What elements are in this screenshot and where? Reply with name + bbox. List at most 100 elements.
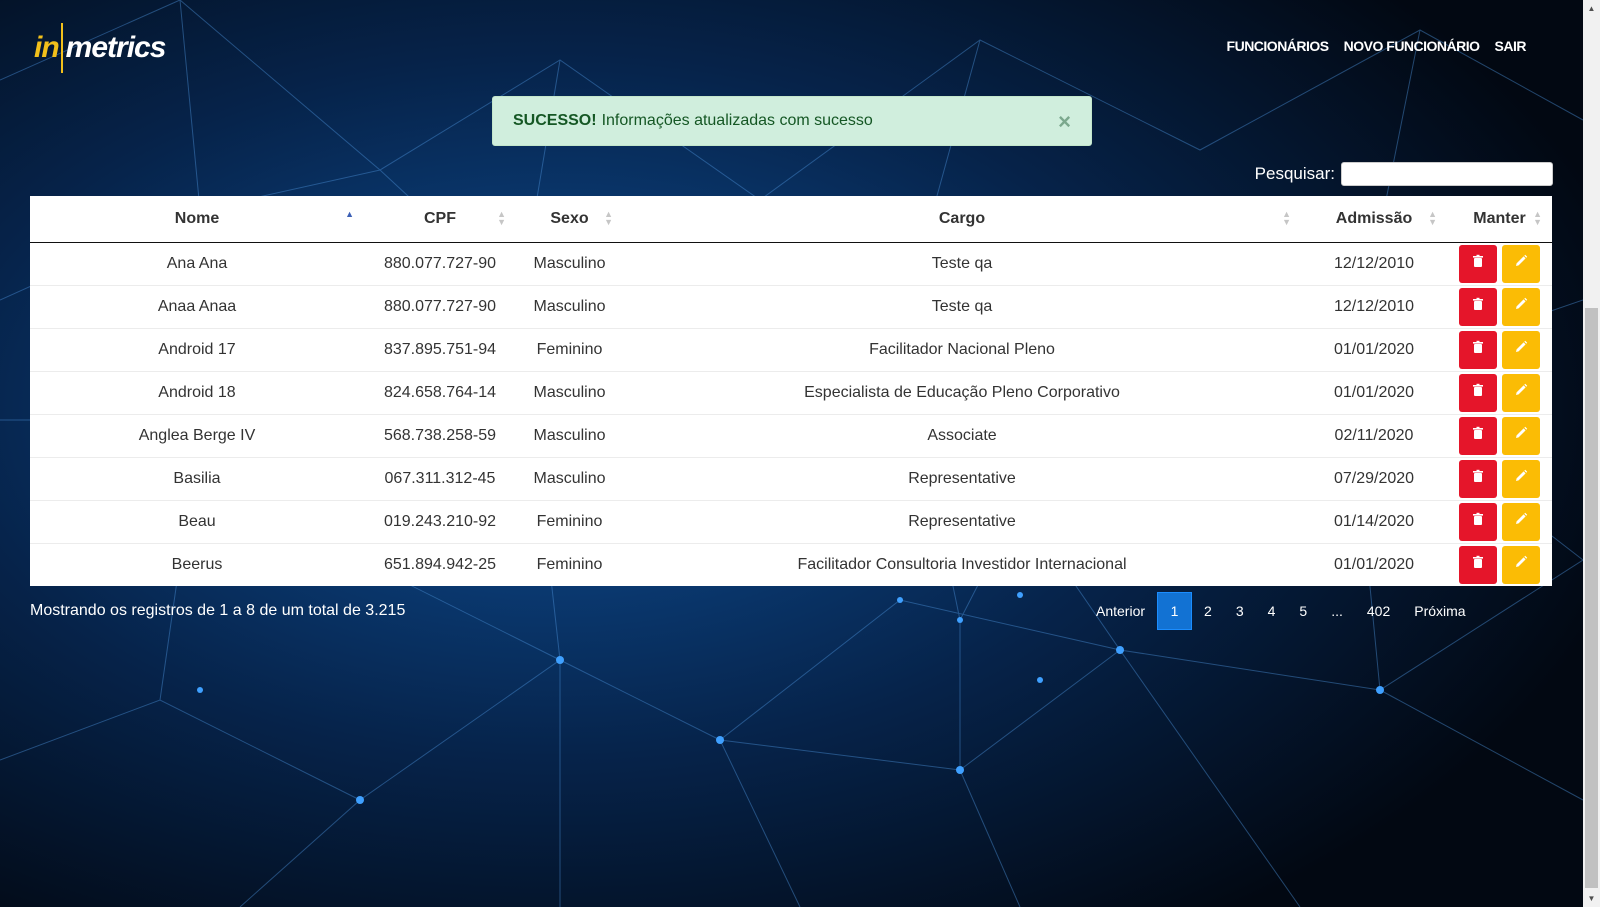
delete-button[interactable]: [1459, 416, 1497, 455]
edit-button[interactable]: [1502, 287, 1540, 326]
page-scrollbar[interactable]: ▲ ▼: [1583, 0, 1600, 907]
cell-manter: [1447, 499, 1552, 543]
edit-button[interactable]: [1502, 502, 1540, 541]
cell-nome: Basilia: [30, 456, 364, 500]
row-actions: [1447, 545, 1552, 584]
cell-admissao: 12/12/2010: [1301, 284, 1447, 328]
pencil-icon: [1514, 340, 1528, 359]
row-actions: [1447, 244, 1552, 283]
cell-sexo: Masculino: [516, 284, 623, 328]
pencil-icon: [1514, 426, 1528, 445]
table-row: Ana Ana 880.077.727-90 Masculino Teste qa 12…: [30, 242, 1552, 285]
alert-close-button[interactable]: ×: [1058, 109, 1071, 135]
edit-button[interactable]: [1502, 373, 1540, 412]
inmetrics-logo: in metrics: [34, 22, 167, 74]
top-nav: FUNCIONÁRIOS NOVO FUNCIONÁRIO SAIR: [1227, 38, 1527, 54]
header-sexo[interactable]: Sexo ▲ ▼: [516, 196, 623, 243]
cell-sexo: Masculino: [516, 456, 623, 500]
cell-admissao: 01/01/2020: [1301, 327, 1447, 371]
delete-button[interactable]: [1459, 287, 1497, 326]
delete-button[interactable]: [1459, 545, 1497, 584]
search-input[interactable]: [1341, 162, 1553, 186]
cell-nome: Anaa Anaa: [30, 284, 364, 328]
sort-icon: ▲ ▼: [1428, 209, 1437, 227]
delete-button[interactable]: [1459, 244, 1497, 283]
cell-nome: Beau: [30, 499, 364, 543]
table-row: Beau 019.243.210-92 Feminino Representative…: [30, 499, 1552, 543]
cell-cargo: Especialista de Educação Pleno Corporati…: [623, 370, 1301, 414]
cell-cargo: Associate: [623, 413, 1301, 457]
cell-manter: [1447, 456, 1552, 500]
nav-novo-funcionario-link[interactable]: NOVO FUNCIONÁRIO: [1344, 38, 1480, 54]
trash-icon: [1471, 426, 1485, 445]
scroll-down-icon[interactable]: ▼: [1583, 890, 1600, 907]
delete-button[interactable]: [1459, 459, 1497, 498]
alert-title: SUCESSO!: [513, 112, 597, 129]
edit-button[interactable]: [1502, 244, 1540, 283]
table-header-row: Nome ▲ CPF ▲ ▼ Sexo ▲ ▼ Cargo ▲ ▼ Admissão …: [30, 196, 1552, 243]
pagination-page-5[interactable]: 5: [1287, 592, 1319, 630]
pagination-page-last[interactable]: 402: [1355, 592, 1402, 630]
cell-sexo: Feminino: [516, 327, 623, 371]
header-cpf[interactable]: CPF ▲ ▼: [364, 196, 516, 243]
edit-button[interactable]: [1502, 416, 1540, 455]
logo-metrics: metrics: [65, 31, 167, 64]
header-cargo[interactable]: Cargo ▲ ▼: [623, 196, 1301, 243]
delete-button[interactable]: [1459, 502, 1497, 541]
pagination-page-2[interactable]: 2: [1192, 592, 1224, 630]
cell-admissao: 07/29/2020: [1301, 456, 1447, 500]
row-actions: [1447, 459, 1552, 498]
cell-nome: Anglea Berge IV: [30, 413, 364, 457]
pagination-page-4[interactable]: 4: [1256, 592, 1288, 630]
pagination-page-3[interactable]: 3: [1224, 592, 1256, 630]
cell-nome: Android 18: [30, 370, 364, 414]
pencil-icon: [1514, 297, 1528, 316]
sort-asc-icon: ▲: [345, 209, 354, 219]
cell-admissao: 01/01/2020: [1301, 370, 1447, 414]
cell-sexo: Masculino: [516, 370, 623, 414]
table-row: Anglea Berge IV 568.738.258-59 Masculino As…: [30, 413, 1552, 457]
edit-button[interactable]: [1502, 459, 1540, 498]
pagination-next[interactable]: Próxima: [1402, 592, 1477, 630]
cell-cargo: Representative: [623, 499, 1301, 543]
cell-cargo: Representative: [623, 456, 1301, 500]
success-alert: SUCESSO! Informações atualizadas com suc…: [492, 96, 1092, 146]
trash-icon: [1471, 469, 1485, 488]
header-cpf-label: CPF: [424, 209, 456, 227]
nav-funcionarios-link[interactable]: FUNCIONÁRIOS: [1227, 38, 1330, 54]
cell-manter: [1447, 542, 1552, 586]
delete-button[interactable]: [1459, 373, 1497, 412]
header-admissao[interactable]: Admissão ▲ ▼: [1301, 196, 1447, 243]
delete-button[interactable]: [1459, 330, 1497, 369]
trash-icon: [1471, 297, 1485, 316]
pagination-prev[interactable]: Anterior: [1084, 592, 1157, 630]
table-row: Android 17 837.895.751-94 Feminino Facilita…: [30, 327, 1552, 371]
edit-button[interactable]: [1502, 330, 1540, 369]
employees-table: Nome ▲ CPF ▲ ▼ Sexo ▲ ▼ Cargo ▲ ▼ Admissão …: [30, 196, 1552, 586]
header-nome[interactable]: Nome ▲: [30, 196, 364, 243]
pencil-icon: [1514, 469, 1528, 488]
sort-icon: ▲ ▼: [497, 209, 506, 227]
search-box: Pesquisar:: [1255, 162, 1553, 186]
table-row: Basilia 067.311.312-45 Masculino Representa…: [30, 456, 1552, 500]
alert-message: Informações atualizadas com sucesso: [601, 112, 873, 129]
scroll-thumb[interactable]: [1585, 308, 1598, 888]
scroll-up-icon[interactable]: ▲: [1583, 0, 1600, 17]
cell-sexo: Masculino: [533, 254, 606, 272]
sort-icon: ▲ ▼: [1533, 209, 1542, 227]
cell-cpf: 824.658.764-14: [364, 370, 516, 414]
cell-nome: Android 17: [30, 327, 364, 371]
cell-cpf: 651.894.942-25: [364, 542, 516, 586]
pagination: Anterior 1 2 3 4 5 ... 402 Próxima: [1084, 592, 1478, 630]
cell-sexo: Feminino: [516, 499, 623, 543]
table-row: Android 18 824.658.764-14 Masculino Especia…: [30, 370, 1552, 414]
pagination-page-1[interactable]: 1: [1157, 592, 1193, 630]
cell-admissao: 01/01/2020: [1301, 542, 1447, 586]
header-manter[interactable]: Manter ▲ ▼: [1447, 196, 1552, 243]
sort-icon: ▲ ▼: [1282, 209, 1291, 227]
edit-button[interactable]: [1502, 545, 1540, 584]
nav-sair-link[interactable]: SAIR: [1495, 38, 1527, 54]
cell-cargo: Facilitador Nacional Pleno: [623, 327, 1301, 371]
trash-icon: [1471, 555, 1485, 574]
search-label: Pesquisar:: [1254, 164, 1335, 183]
